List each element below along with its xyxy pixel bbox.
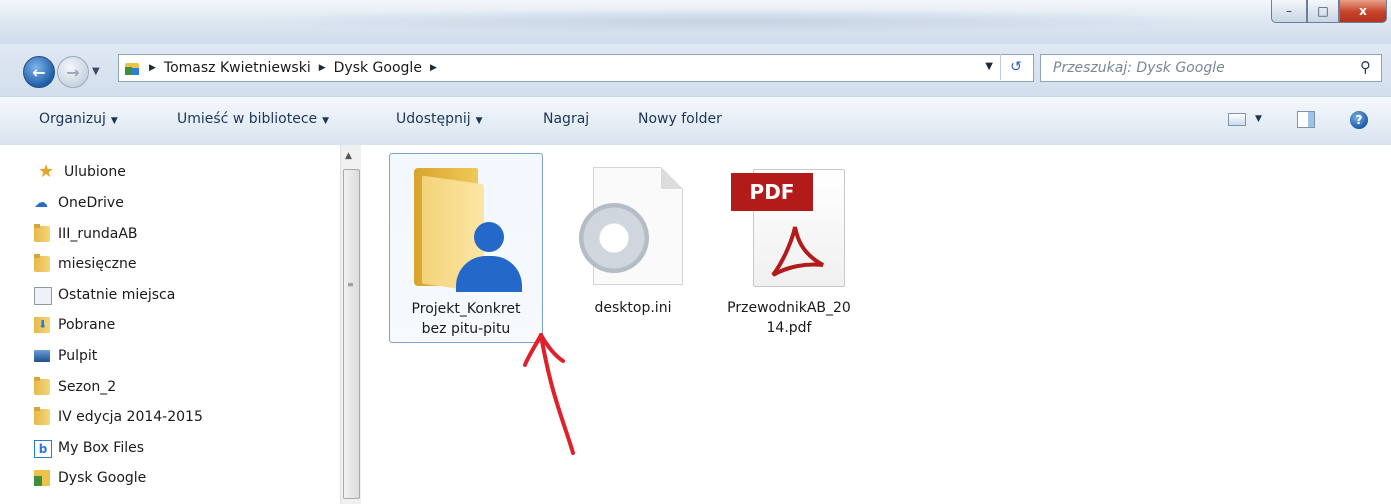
nav-item-iii-rundaab[interactable]: III_rundaAB [34,223,138,245]
onedrive-icon: ☁ [34,195,48,211]
burn-button[interactable]: Nagraj [543,111,589,127]
nav-pane-scrollbar[interactable]: ▲ ≡ [340,145,362,504]
folder-icon [34,224,50,242]
shared-folder-icon [408,162,526,293]
scrollbar-thumb[interactable]: ≡ [343,169,360,499]
google-drive-icon [34,470,50,486]
downloads-icon [34,317,50,333]
file-label-line: Projekt_Konkret [411,301,521,317]
back-button[interactable]: ← [23,56,55,88]
breadcrumb-separator-icon[interactable]: ▶ [149,63,156,73]
nav-item-miesieczne[interactable]: miesięczne [34,253,137,275]
close-button[interactable]: x [1339,0,1387,23]
organize-label: Organizuj [39,111,106,127]
new-folder-button[interactable]: Nowy folder [638,111,722,127]
nav-item-iv-edycja[interactable]: IV edycja 2014-2015 [34,406,203,428]
star-icon: ★ [38,161,55,182]
nav-item-google-drive[interactable]: Dysk Google [34,467,147,489]
favorites-header[interactable]: ★ Ulubione [38,161,126,183]
red-arrow-annotation [523,333,575,455]
nav-item-recent-places[interactable]: Ostatnie miejsca [34,284,176,306]
nav-item-label: My Box Files [58,440,145,456]
nav-item-onedrive[interactable]: ☁ OneDrive [34,192,124,214]
file-label-line: 14.pdf [766,320,812,336]
nav-item-label: III_rundaAB [58,226,138,242]
nav-item-label: miesięczne [58,256,137,272]
change-view-icon[interactable] [1228,113,1246,126]
organize-menu[interactable]: Organizuj ▼ [39,111,118,127]
file-item-shared-folder[interactable]: Projekt_Konkret bez pitu-pitu [389,153,543,343]
include-in-library-menu[interactable]: Umieść w bibliotece ▼ [177,111,329,127]
refresh-icon: ↺ [1010,59,1022,75]
title-bar-glow [230,8,1230,34]
minimize-button[interactable]: – [1271,0,1307,23]
recent-places-icon [34,287,52,305]
share-label: Udostępnij [396,111,471,127]
desktop-icon [34,350,50,362]
file-list: Projekt_Konkret bez pitu-pitu desktop.in… [361,145,1391,504]
chevron-down-icon: ▼ [110,116,118,126]
folder-icon [34,377,50,395]
address-bar[interactable]: ▶ Tomasz Kwietniewski ▶ Dysk Google ▶ ▼ [118,54,1034,82]
command-bar: Organizuj ▼ Umieść w bibliotece ▼ Udostępn… [0,96,1391,146]
arrow-right-icon: → [66,62,80,82]
file-label-line: PrzewodnikAB_20 [727,300,851,316]
box-icon: b [34,440,52,458]
maximize-button[interactable]: □ [1307,0,1339,23]
nav-item-label: Sezon_2 [58,379,117,395]
acrobat-icon [771,226,824,277]
nav-item-downloads[interactable]: Pobrane [34,314,116,336]
title-bar: – □ x [0,0,1391,44]
forward-button[interactable]: → [57,56,89,88]
share-menu[interactable]: Udostępnij ▼ [396,111,483,127]
file-label-line: bez pitu-pitu [421,321,511,337]
file-item-desktop-ini[interactable]: desktop.ini [557,153,709,341]
grip-icon: ≡ [347,280,354,289]
file-label: desktop.ini [557,298,709,318]
breadcrumb-current[interactable]: Dysk Google [334,60,422,76]
breadcrumb-separator-icon[interactable]: ▶ [319,63,326,73]
file-item-pdf[interactable]: PDF PrzewodnikAB_20 14.pdf [713,153,865,341]
file-label: Projekt_Konkret bez pitu-pitu [390,299,542,339]
search-placeholder: Przeszukaj: Dysk Google [1053,60,1225,76]
navigation-pane: ★ Ulubione ☁ OneDrive III_rundaAB miesię… [0,145,340,504]
folder-icon [34,407,50,425]
recent-pages-dropdown[interactable]: ▼ [92,66,100,77]
search-input[interactable]: Przeszukaj: Dysk Google ⚲ [1040,54,1382,82]
breadcrumb-user[interactable]: Tomasz Kwietniewski [164,60,311,76]
scroll-up-icon[interactable]: ▲ [345,151,352,161]
nav-item-label: IV edycja 2014-2015 [58,409,203,425]
file-label-line: desktop.ini [594,300,672,316]
help-icon[interactable]: ? [1350,111,1368,129]
nav-item-label: Ostatnie miejsca [58,287,176,303]
chevron-down-icon: ▼ [322,116,330,126]
google-drive-icon [123,59,141,77]
chevron-down-icon: ▼ [475,116,483,126]
address-history-dropdown-icon[interactable]: ▼ [985,61,993,72]
nav-item-sezon-2[interactable]: Sezon_2 [34,376,117,398]
nav-item-label: OneDrive [58,195,124,211]
include-in-library-label: Umieść w bibliotece [177,111,318,127]
breadcrumb-separator-icon[interactable]: ▶ [430,63,437,73]
refresh-button[interactable]: ↺ [1000,54,1031,80]
folder-icon [34,254,50,272]
nav-item-label: Pulpit [58,348,98,364]
nav-item-desktop[interactable]: Pulpit [34,345,98,367]
nav-item-label: Pobrane [58,317,116,333]
file-label: PrzewodnikAB_20 14.pdf [713,298,865,338]
preview-pane-icon[interactable] [1297,111,1315,128]
address-row: ← → ▼ ▶ Tomasz Kwietniewski ▶ Dysk Googl… [0,44,1391,96]
nav-item-my-box-files[interactable]: b My Box Files [34,437,145,459]
view-options-dropdown-icon[interactable]: ▼ [1255,114,1262,124]
arrow-left-icon: ← [32,62,46,82]
nav-item-label: Dysk Google [58,470,147,486]
window-controls: – □ x [1271,0,1387,24]
search-icon[interactable]: ⚲ [1360,58,1371,76]
gear-icon [579,203,649,273]
favorites-label: Ulubione [64,164,126,180]
pdf-badge: PDF [731,173,813,211]
